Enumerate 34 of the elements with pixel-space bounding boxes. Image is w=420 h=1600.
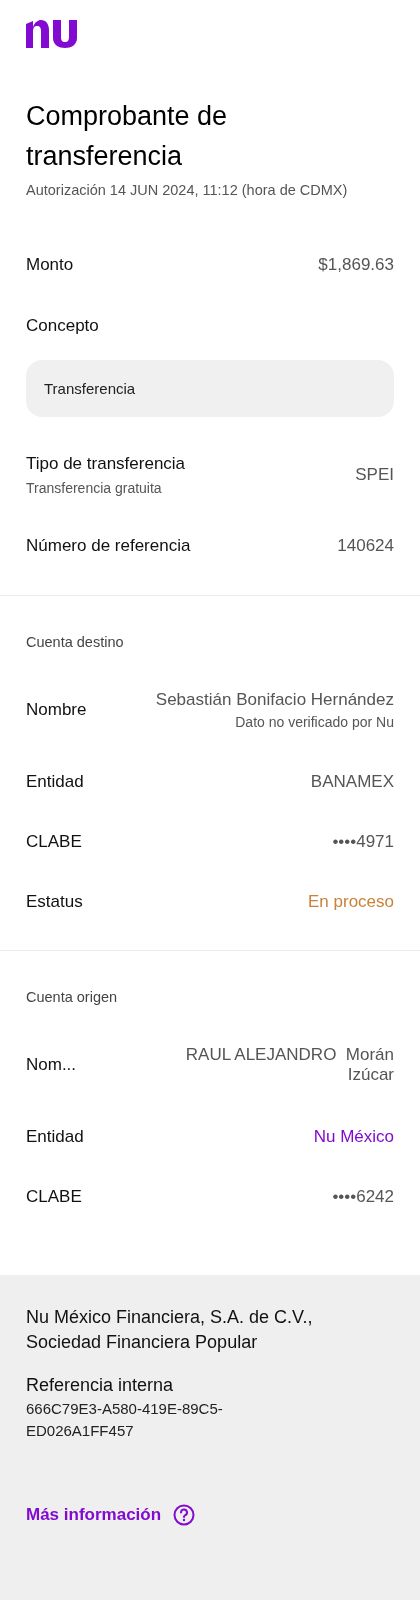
company-name: Nu México Financiera, S.A. de C.V., Sociedad Financiera Popular	[26, 1306, 314, 1354]
row-value: BANAMEX	[310, 772, 394, 792]
page-title: Comprobante de transferencia	[26, 100, 229, 173]
section-heading: Cuenta destino	[25, 633, 125, 652]
row-value: RAUL ALEJANDRO Morán Izúcar	[184, 1045, 394, 1085]
row-value: 140624	[337, 536, 394, 556]
row-label: Número de referencia	[26, 536, 191, 556]
row-label: CLABE	[26, 1187, 82, 1207]
row-note: Dato no verificado por Nu	[235, 714, 394, 730]
row-label: Nom...	[26, 1055, 77, 1075]
reference-value: 666C79E3-A580-419E-89C5-ED026A1FF457	[26, 1399, 224, 1441]
row-value: SPEI	[355, 465, 394, 485]
row-value: En proceso	[308, 892, 394, 912]
row-value: $1,869.63	[318, 255, 394, 275]
row-label: CLABE	[26, 832, 82, 852]
concept-field: Transferencia	[26, 360, 394, 417]
row-label: Monto	[26, 255, 74, 275]
row-value: ••••6242	[332, 1187, 394, 1207]
row-label: Entidad	[26, 772, 84, 792]
row-label: Tipo de transferencia	[26, 454, 186, 474]
more-info-link[interactable]: Más información	[26, 1504, 196, 1526]
row-sublabel: Transferencia gratuita	[26, 480, 163, 496]
nu-logo	[26, 20, 80, 48]
row-label: Nombre	[26, 700, 87, 720]
row-label: Entidad	[26, 1127, 84, 1147]
row-value: Nu México	[313, 1127, 394, 1147]
page-subtitle: Autorización 14 JUN 2024, 11:12 (hora de CDMX)	[26, 182, 349, 198]
row-label: Concepto	[26, 316, 99, 336]
help-icon	[173, 1504, 196, 1526]
section-heading: Cuenta origen	[25, 988, 119, 1007]
reference-label: Referencia interna	[26, 1375, 175, 1396]
row-label: Estatus	[26, 892, 83, 912]
row-value: ••••4971	[332, 832, 394, 852]
row-value: Sebastián Bonifacio Hernández	[155, 690, 394, 710]
